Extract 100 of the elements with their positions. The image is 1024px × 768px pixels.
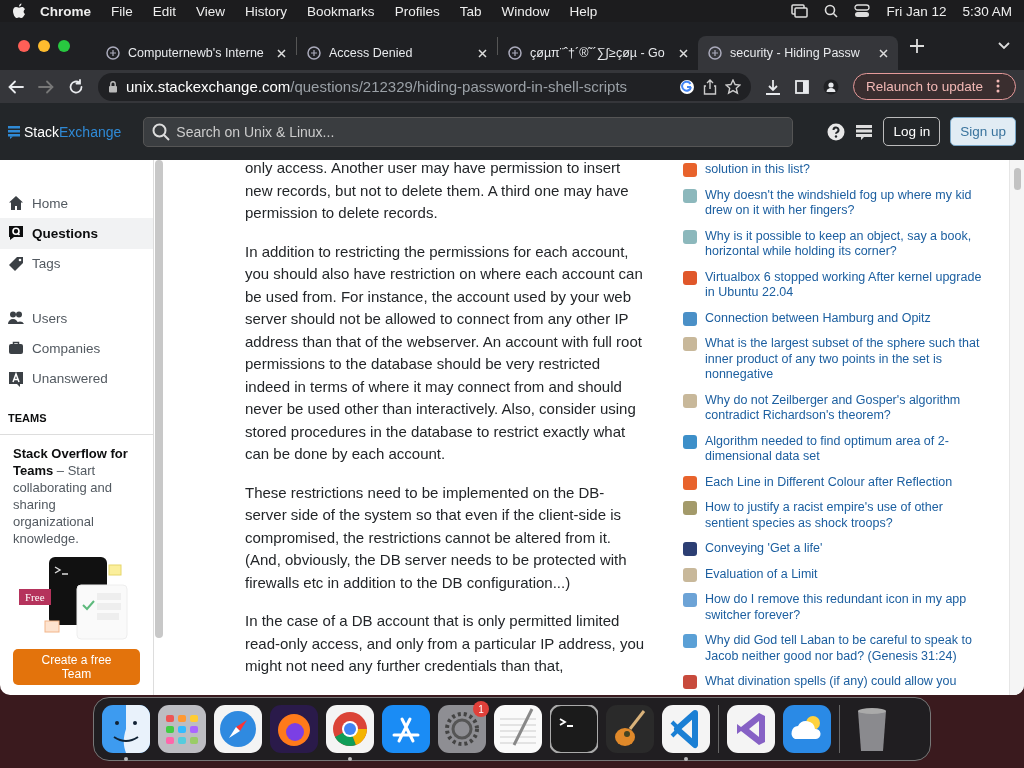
close-icon[interactable]	[277, 48, 286, 58]
tab-title: security - Hiding Passw	[730, 46, 861, 60]
window-control[interactable]	[38, 40, 50, 52]
scrollbar-thumb[interactable]	[155, 160, 163, 638]
menu-item[interactable]: Edit	[142, 3, 187, 19]
menu-bar-date[interactable]: Fri Jan 12	[886, 3, 947, 19]
code-editor-icon[interactable]	[662, 705, 710, 753]
section-heading: TEAMS	[8, 411, 48, 424]
users-icon	[8, 310, 24, 327]
sidebar-item[interactable]: Home	[0, 188, 153, 219]
circle-logo-icon[interactable]	[326, 705, 374, 753]
sidebar-item[interactable]: Companies	[0, 333, 153, 364]
browser-tab[interactable]: Computernewb's Interne	[96, 36, 296, 70]
sidebar-item[interactable]: Tags	[0, 248, 153, 279]
search-icon	[152, 122, 171, 141]
menu-item[interactable]: Help	[559, 3, 608, 19]
relaunch-button[interactable]: Relaunch to update	[852, 73, 1016, 100]
face-icon[interactable]	[102, 705, 150, 753]
cloud-sun-icon[interactable]	[783, 705, 831, 753]
notification-badge: 1	[473, 701, 489, 717]
terminal-icon[interactable]	[550, 705, 598, 753]
close-icon[interactable]	[478, 48, 487, 58]
speech-bubble-icon	[8, 370, 24, 387]
question-link[interactable]: Why doesn't the windshield fog up where my kid drew on it with her fingers?	[705, 187, 983, 219]
letter-a-icon[interactable]	[382, 705, 430, 753]
sidebar-item[interactable]: Users	[0, 303, 153, 334]
question-link[interactable]: Algorithm needed to find optimum area of 2-dimensional data set	[705, 433, 983, 465]
question-link[interactable]: Connection between Hamburg and Opitz	[705, 310, 931, 326]
page-favicon	[307, 46, 321, 60]
answer-paragraph: In addition to restricting the permissions for each account, you should also have restriction on where each account can be used from. For instance, the account used by your web server should not be allowed to connect from any other IP address than that of the webserver. An account with full root permissions to the database should be very restricted indeed in terms of where it may connect from and should never be used other than interactively. Also, consider using stored procedures in the database to restrict exactly what can be done by each account.	[245, 241, 644, 464]
question-link[interactable]: Conveying 'Get a life'	[705, 541, 823, 557]
reload-icon[interactable]	[68, 78, 84, 95]
menu-item[interactable]: Bookmarks	[297, 3, 385, 19]
gear-icon[interactable]	[438, 705, 486, 753]
inbox-icon[interactable]	[855, 123, 874, 140]
question-link[interactable]: Each Line in Different Colour after Reflection	[705, 474, 953, 490]
page-favicon	[508, 46, 522, 60]
question-link[interactable]: Why is it possible to keep an object, say a book, horizontal while holding its corner?	[705, 228, 983, 260]
question-link[interactable]: How to justify a racist empire's use of other sentient species as shock troops?	[705, 500, 983, 531]
question-link[interactable]: Why did God tell Laban to be careful to speak to Jacob neither good nor bad? (Genesis 31:24)	[705, 633, 983, 664]
answer-paragraph: only access. Another user may have permission to insert new records, but not to delete them. A third one may have permission to delete records.	[245, 160, 630, 223]
tab-title: çøµπ¨ˆ†´®˜´∑∫≥çøµ - Go	[530, 46, 666, 60]
url-path: /questions/212329/hiding-password-in-shell-scripts	[290, 78, 628, 95]
screen-mirroring-icon[interactable]	[790, 3, 809, 19]
tab-title: Computernewb's Interne	[128, 46, 265, 60]
notepad-pencil-icon[interactable]	[494, 705, 542, 753]
guitar-icon[interactable]	[606, 705, 654, 753]
google-g-icon[interactable]	[678, 78, 695, 95]
close-icon[interactable]	[679, 48, 688, 58]
scrollbar-thumb[interactable]	[1014, 168, 1021, 190]
menu-item[interactable]: View	[186, 3, 236, 19]
search-field[interactable]: Search on Unix & Linux...	[143, 116, 794, 147]
question-link[interactable]: solution in this list?	[705, 162, 810, 178]
app-menu[interactable]: Chrome	[26, 3, 101, 19]
menu-item[interactable]: Profiles	[384, 3, 450, 19]
sidebar-item[interactable]: Questions	[0, 218, 153, 249]
teams-promo-text: Stack Overflow for Teams – Start collaborating and sharing organizational knowledge.	[13, 444, 129, 547]
question-link[interactable]: Virtualbox 6 stopped working After kernel upgrade in Ubuntu 22.04	[705, 269, 983, 301]
window-control[interactable]	[18, 40, 30, 52]
question-link[interactable]: Evaluation of a Limit	[705, 566, 818, 582]
question-link[interactable]: What is the largest subset of the sphere such that inner product of any two points in the set is nonnegative	[705, 336, 983, 383]
download-icon[interactable]	[764, 78, 781, 95]
compass-icon[interactable]	[214, 705, 262, 753]
speech-bubble-icon	[8, 225, 24, 242]
star-icon[interactable]	[724, 78, 741, 95]
profile-icon[interactable]	[822, 78, 839, 95]
app-grid-icon[interactable]	[158, 705, 206, 753]
fox-globe-icon[interactable]	[270, 705, 318, 753]
menu-bar-time[interactable]: 5:30 AM	[962, 3, 1012, 19]
address-bar[interactable]: unix.stackexchange.com/questions/212329/hiding-password-in-shell-scripts	[98, 72, 751, 101]
side-panel-icon[interactable]	[794, 79, 809, 94]
menu-item[interactable]: File	[101, 3, 143, 19]
login-button[interactable]: Log in	[883, 117, 941, 146]
briefcase-icon	[8, 340, 24, 357]
forward-arrow-icon[interactable]	[38, 79, 54, 94]
sidebar-item[interactable]: Unanswered	[0, 363, 153, 394]
signup-button[interactable]: Sign up	[950, 117, 1016, 146]
question-link[interactable]: How do I remove this redundant icon in my app switcher forever?	[705, 592, 983, 623]
site-logo-text[interactable]: StackExchange	[24, 123, 122, 140]
menu-item[interactable]: History	[235, 3, 298, 19]
browser-tab[interactable]: Access Denied	[297, 36, 497, 70]
menu-item[interactable]: Window	[491, 3, 560, 19]
question-link[interactable]: Why do not Zeilberger and Gosper's algorithm contradict Richardson's theorem?	[705, 392, 983, 424]
close-icon[interactable]	[879, 48, 888, 58]
chevron-down-icon[interactable]	[998, 42, 1010, 50]
lock-icon	[108, 80, 118, 93]
tab-title: Access Denied	[329, 46, 414, 60]
window-control[interactable]	[58, 40, 70, 52]
menu-item[interactable]: Tab	[449, 3, 492, 19]
answer-paragraph: In the case of a DB account that is only permitted limited read-only access, and only from a particular IP address, you might not need any further credentials than that,	[245, 611, 645, 676]
tag-icon	[8, 255, 24, 272]
control-center-icon[interactable]	[854, 4, 871, 18]
question-link[interactable]: What divination spells (if any) could allow you	[705, 674, 957, 690]
back-arrow-icon[interactable]	[8, 79, 24, 94]
search-icon[interactable]	[824, 4, 839, 18]
share-icon[interactable]	[702, 78, 717, 95]
browser-tab[interactable]: security - Hiding Passw	[698, 36, 898, 70]
stacked-bars-logo-icon	[8, 124, 20, 139]
browser-tab[interactable]: çøµπ¨ˆ†´®˜´∑∫≥çøµ - Go	[498, 36, 698, 70]
help-icon[interactable]	[827, 122, 846, 141]
